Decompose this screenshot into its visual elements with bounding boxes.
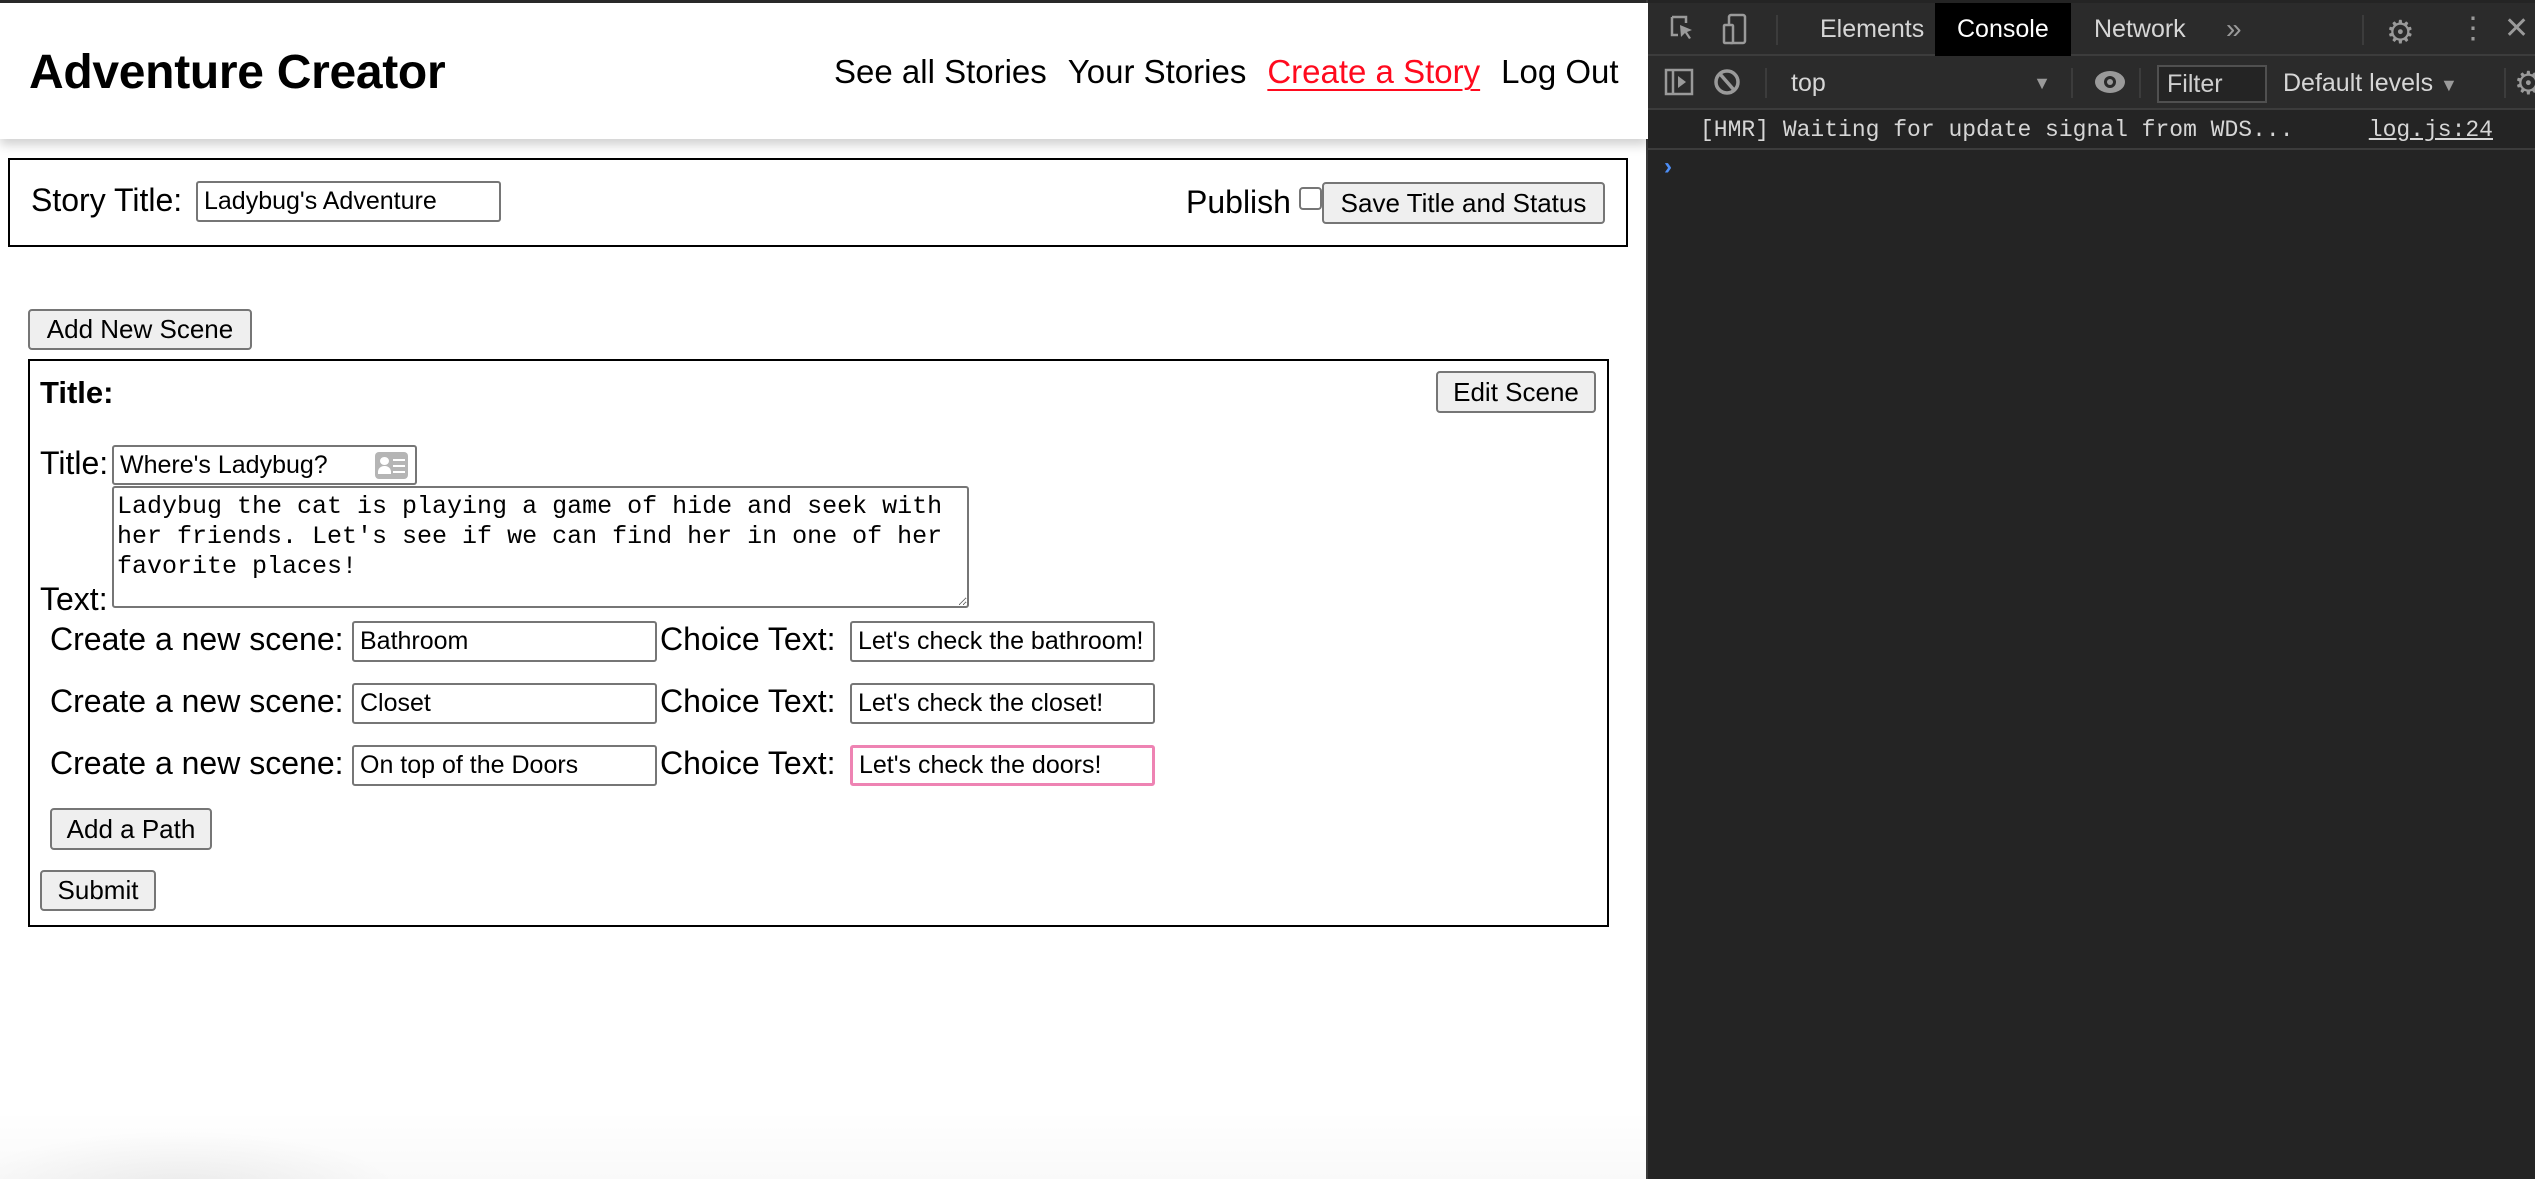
edit-scene-button[interactable]: Edit Scene [1436,371,1596,413]
scene-title-label: Title: [40,445,109,481]
choice-text-label: Choice Text: [660,621,836,657]
console-log-entry: [HMR] Waiting for update signal from WDS… [1648,112,2535,150]
context-value: top [1791,69,1826,97]
add-path-button[interactable]: Add a Path [50,808,212,850]
browser-page: Adventure Creator See all Stories Your S… [0,0,1648,1179]
story-title-label: Story Title: [31,182,183,218]
new-scene-input[interactable] [352,745,657,786]
console-filter-input[interactable]: Filter [2157,65,2267,103]
story-title-input[interactable] [196,181,501,222]
inspect-element-icon[interactable] [1670,15,1696,50]
scene-title-input[interactable] [112,445,417,485]
autofill-contact-lines-icon [393,459,405,473]
new-scene-input[interactable] [352,683,657,724]
new-scene-label: Create a new scene: [50,745,344,781]
log-levels-dropdown[interactable]: Default levels ▼ [2283,66,2458,102]
tab-elements[interactable]: Elements [1798,3,1946,56]
scene-editor: Title: Edit Scene Title: Text: Ladybug t… [28,359,1609,927]
path-row: Create a new scene: Choice Text: [50,745,1160,786]
nav-your-stories[interactable]: Your Stories [1068,53,1247,91]
nav-log-out[interactable]: Log Out [1501,53,1618,91]
separator [2139,68,2141,98]
choice-text-label: Choice Text: [660,683,836,719]
log-source-link[interactable]: log.js:24 [2369,117,2493,143]
separator [1765,68,1767,98]
log-levels-label: Default levels [2283,69,2434,97]
path-row: Create a new scene: Choice Text: [50,683,1160,724]
story-settings-panel: Story Title: Publish Save Title and Stat… [8,158,1628,247]
close-icon[interactable]: ✕ [2504,11,2529,46]
separator [2071,68,2073,98]
clear-console-icon[interactable] [1712,66,1742,105]
context-selector[interactable]: top ▼ [1791,66,2061,100]
console-prompt-icon[interactable]: › [1664,153,1672,181]
new-scene-label: Create a new scene: [50,621,344,657]
page-bottom-shadow [0,1110,1648,1179]
submit-button[interactable]: Submit [40,870,156,911]
new-scene-label: Create a new scene: [50,683,344,719]
separator [2362,15,2364,45]
main-nav: See all Stories Your Stories Create a St… [834,53,1619,91]
publish-label: Publish [1186,184,1291,220]
kebab-menu-icon[interactable]: ⋮ [2458,11,2488,46]
choice-text-input[interactable] [850,621,1155,662]
console-settings-gear-icon[interactable]: ⚙ [2514,64,2535,102]
settings-gear-icon[interactable]: ⚙ [2386,13,2415,51]
save-title-status-button[interactable]: Save Title and Status [1322,182,1605,224]
tab-console[interactable]: Console [1935,3,2071,56]
add-new-scene-button[interactable]: Add New Scene [28,309,252,350]
sidebar-toggle-icon[interactable] [1664,68,1694,103]
path-row: Create a new scene: Choice Text: [50,621,1160,662]
choice-text-input-focused[interactable] [850,745,1155,786]
devtools-panel: Elements Console Network » ⚙ ⋮ ✕ top ▼ F… [1648,0,2535,1179]
tab-network[interactable]: Network [2072,3,2208,56]
dropdown-arrow-icon: ▼ [2033,73,2051,93]
devtools-tab-bar: Elements Console Network » ⚙ ⋮ ✕ [1648,3,2535,56]
separator [2504,68,2506,98]
scene-text-input[interactable]: Ladybug the cat is playing a game of hid… [112,486,969,608]
dropdown-arrow-icon: ▼ [2440,75,2458,95]
app-header: Adventure Creator See all Stories Your S… [0,3,1648,139]
scene-heading: Title: [40,375,114,410]
publish-checkbox[interactable] [1299,187,1322,210]
more-tabs-icon[interactable]: » [2226,13,2242,45]
nav-create-a-story[interactable]: Create a Story [1267,53,1480,91]
log-message: [HMR] Waiting for update signal from WDS… [1700,117,2294,143]
choice-text-input[interactable] [850,683,1155,724]
separator [1776,15,1778,45]
device-toolbar-icon[interactable] [1722,13,1748,52]
new-scene-input[interactable] [352,621,657,662]
live-expression-eye-icon[interactable] [2093,66,2127,105]
app-title: Adventure Creator [29,46,446,99]
console-toolbar: top ▼ Filter Default levels ▼ ⚙ [1648,56,2535,110]
nav-see-all-stories[interactable]: See all Stories [834,53,1047,91]
choice-text-label: Choice Text: [660,745,836,781]
scene-text-label: Text: [40,581,108,617]
